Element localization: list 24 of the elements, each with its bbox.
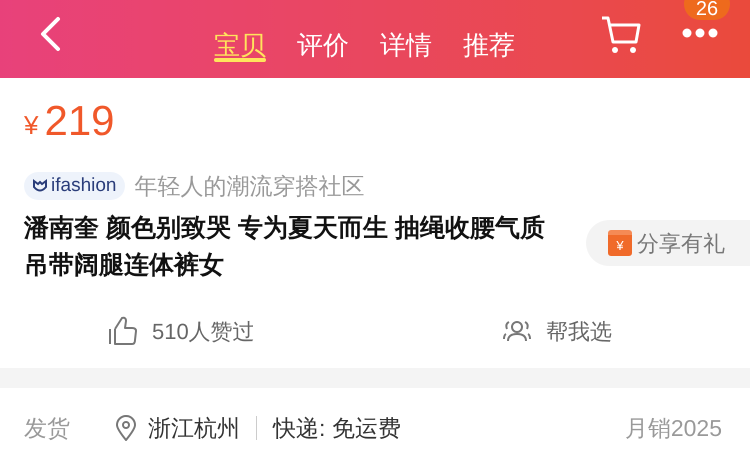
notification-badge: 26 bbox=[684, 0, 730, 20]
brand-slogan: 年轻人的潮流穿搭社区 bbox=[134, 172, 364, 201]
back-icon[interactable] bbox=[38, 16, 62, 52]
cart-icon[interactable] bbox=[600, 15, 642, 55]
delivery-fee: 快递: 免运费 bbox=[273, 414, 401, 443]
nav-tab[interactable]: 详情 bbox=[380, 0, 432, 78]
shipping-label: 发货 bbox=[24, 414, 71, 443]
share-button[interactable]: ¥ 分享有礼 bbox=[586, 220, 750, 266]
product-title: 潘南奎 颜色别致哭 专为夏天而生 抽绳收腰气质吊带阔腿连体裤女 bbox=[22, 213, 546, 281]
nav-tab[interactable]: 宝贝 bbox=[214, 0, 266, 78]
like-button[interactable]: 510人赞过 bbox=[108, 314, 502, 348]
price: 219 bbox=[44, 98, 115, 144]
brand-name: ifashion bbox=[51, 174, 116, 198]
help-choose-button[interactable]: 帮我选 bbox=[502, 314, 612, 348]
nav-tab[interactable]: 推荐 bbox=[463, 0, 515, 78]
nav-tab[interactable]: 评价 bbox=[297, 0, 349, 78]
location-pin-icon bbox=[116, 415, 136, 441]
thumbs-up-icon bbox=[108, 316, 138, 346]
currency-symbol: ¥ bbox=[24, 108, 38, 142]
ship-from-location: 浙江杭州 bbox=[148, 414, 240, 443]
more-icon[interactable] bbox=[682, 28, 718, 38]
people-icon bbox=[502, 319, 532, 343]
envelope-icon: ¥ bbox=[608, 230, 632, 256]
monthly-sales: 月销2025 bbox=[624, 414, 722, 443]
